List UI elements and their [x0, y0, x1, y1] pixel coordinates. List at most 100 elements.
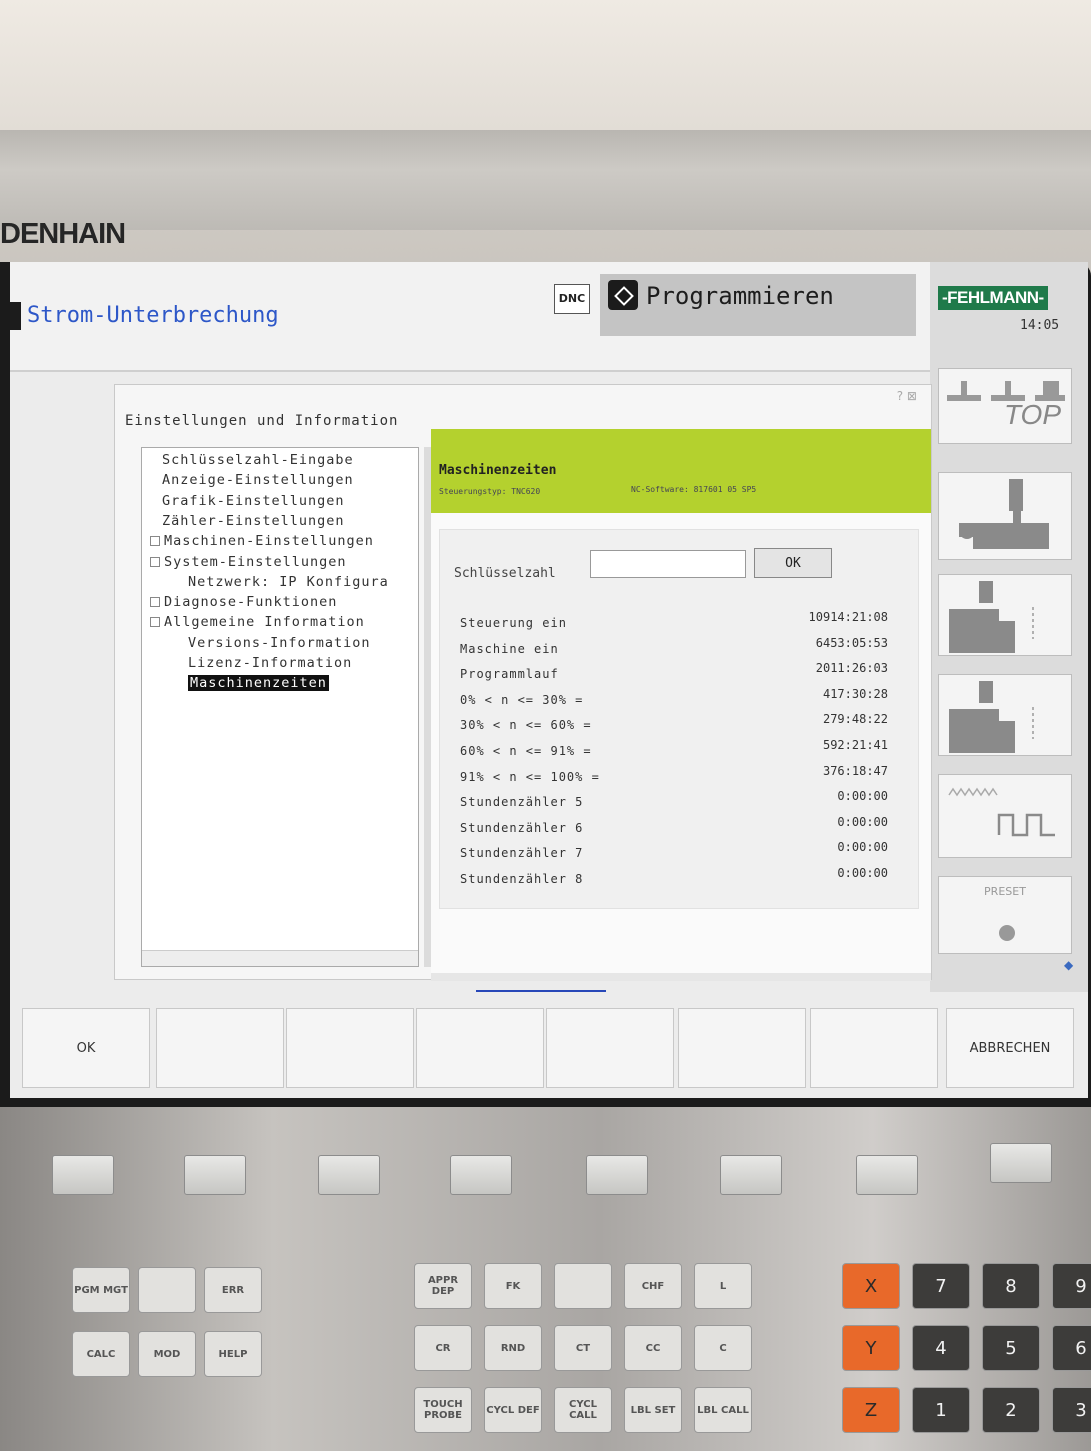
machine-time-value: 0:00:00: [837, 840, 888, 855]
tool-radius-icon: [949, 681, 1034, 753]
mode-indicator-right[interactable]: Programmieren: [600, 274, 916, 336]
hardware-softkey-button[interactable]: [990, 1143, 1052, 1183]
machine-time-value: 0:00:00: [837, 789, 888, 804]
machine-time-label: Programmlauf: [460, 667, 559, 682]
tree-expand-icon[interactable]: [150, 597, 160, 608]
key-number-input[interactable]: [590, 550, 746, 578]
path-function-key[interactable]: CYCL CALL: [554, 1387, 612, 1433]
nc-software-text: NC-Software: 817601 05 SP5: [631, 485, 757, 494]
digit-key[interactable]: 7: [912, 1263, 970, 1309]
tree-item[interactable]: Allgemeine Information: [150, 614, 365, 630]
path-function-key[interactable]: LBL CALL: [694, 1387, 752, 1433]
tree-expand-icon[interactable]: [150, 617, 160, 628]
path-function-key[interactable]: CT: [554, 1325, 612, 1371]
digit-key[interactable]: 2: [982, 1387, 1040, 1433]
tree-item[interactable]: Zähler-Einstellungen: [162, 513, 345, 529]
tree-item-label: Allgemeine Information: [164, 614, 365, 631]
function-key[interactable]: [138, 1267, 196, 1313]
digit-key[interactable]: 4: [912, 1325, 970, 1371]
softkey-4[interactable]: [416, 1008, 544, 1088]
tree-item-label: Maschinenzeiten: [190, 675, 327, 692]
detail-panel-header: Maschinenzeiten Steuerungstyp: TNC620 NC…: [431, 429, 931, 513]
hardware-softkey-button[interactable]: [856, 1155, 918, 1195]
path-function-key[interactable]: CC: [624, 1325, 682, 1371]
tree-item[interactable]: Diagnose-Funktionen: [150, 594, 337, 610]
digit-key[interactable]: 6: [1052, 1325, 1091, 1371]
softkey-8[interactable]: ABBRECHEN: [946, 1008, 1074, 1088]
top-view-button[interactable]: TOP: [938, 368, 1072, 444]
path-function-key[interactable]: CR: [414, 1325, 472, 1371]
softkey-5[interactable]: [546, 1008, 674, 1088]
hardware-softkey-button[interactable]: [720, 1155, 782, 1195]
hardware-softkey-button[interactable]: [318, 1155, 380, 1195]
machine-bezel: [0, 130, 1091, 230]
axis-key[interactable]: X: [842, 1263, 900, 1309]
function-key[interactable]: ERR: [204, 1267, 262, 1313]
tree-item-label: Anzeige-Einstellungen: [162, 472, 354, 489]
tree-item[interactable]: Anzeige-Einstellungen: [162, 472, 354, 488]
path-function-key[interactable]: RND: [484, 1325, 542, 1371]
tree-item[interactable]: System-Einstellungen: [150, 554, 347, 570]
tree-item[interactable]: Lizenz-Information: [188, 655, 352, 671]
path-function-key[interactable]: TOUCH PROBE: [414, 1387, 472, 1433]
brand-label: DENHAIN: [0, 218, 126, 250]
tree-item[interactable]: Netzwerk: IP Konfigura: [188, 574, 389, 590]
axis-key[interactable]: Z: [842, 1387, 900, 1433]
function-key[interactable]: HELP: [204, 1331, 262, 1377]
tree-expand-icon[interactable]: [150, 536, 160, 547]
tree-horizontal-scrollbar[interactable]: [142, 950, 418, 966]
detail-panel: Maschinenzeiten Steuerungstyp: TNC620 NC…: [431, 429, 931, 973]
tool-length-view-button[interactable]: [938, 574, 1072, 656]
tree-item-label: Diagnose-Funktionen: [164, 594, 338, 611]
vertical-softkey-bar: -FEHLMANN- 14:05 TOP PRESET ◆: [930, 262, 1088, 1098]
softkey-6[interactable]: [678, 1008, 806, 1088]
tree-item[interactable]: Versions-Information: [188, 635, 371, 651]
tree-item[interactable]: Grafik-Einstellungen: [162, 493, 345, 509]
axis-key[interactable]: Y: [842, 1325, 900, 1371]
function-key[interactable]: PGM MGT: [72, 1267, 130, 1313]
softkey-7[interactable]: [810, 1008, 938, 1088]
softkey-2[interactable]: [156, 1008, 284, 1088]
workpiece-view-button[interactable]: [938, 472, 1072, 560]
path-function-key[interactable]: FK: [484, 1263, 542, 1309]
detail-panel-title: Maschinenzeiten: [439, 463, 557, 478]
hardware-softkey-button[interactable]: [450, 1155, 512, 1195]
path-function-key[interactable]: C: [694, 1325, 752, 1371]
path-function-key[interactable]: L: [694, 1263, 752, 1309]
path-function-key[interactable]: CYCL DEF: [484, 1387, 542, 1433]
dialog-horizontal-scrollbar[interactable]: [431, 973, 931, 981]
path-function-key[interactable]: LBL SET: [624, 1387, 682, 1433]
digit-key[interactable]: 8: [982, 1263, 1040, 1309]
mode-right-label: Programmieren: [646, 282, 834, 310]
tree-item[interactable]: Maschinenzeiten: [188, 675, 329, 692]
machine-time-label: Stundenzähler 8: [460, 872, 584, 886]
hardware-softkey-button[interactable]: [586, 1155, 648, 1195]
tree-item-label: Maschinen-Einstellungen: [164, 533, 374, 550]
softkey-1[interactable]: OK: [22, 1008, 150, 1088]
function-key[interactable]: CALC: [72, 1331, 130, 1377]
dialog-window-controls-icon[interactable]: ? ⊠: [897, 389, 917, 403]
digit-key[interactable]: 9: [1052, 1263, 1091, 1309]
path-function-key[interactable]: CHF: [624, 1263, 682, 1309]
mode-left-label: Strom-Unterbrechung: [27, 303, 279, 328]
settings-dialog: Einstellungen und Information ? ⊠ Schlüs…: [114, 384, 932, 981]
path-function-key[interactable]: APPR DEP: [414, 1263, 472, 1309]
digit-key[interactable]: 1: [912, 1387, 970, 1433]
machine-time-label: Steuerung ein: [460, 616, 567, 630]
signal-view-button[interactable]: [938, 774, 1072, 858]
digit-key[interactable]: 5: [982, 1325, 1040, 1371]
tree-expand-icon[interactable]: [150, 556, 160, 567]
tree-item[interactable]: Maschinen-Einstellungen: [150, 533, 374, 549]
hardware-softkey-button[interactable]: [52, 1155, 114, 1195]
mode-indicator-left: Strom-Unterbrechung: [10, 302, 279, 330]
tool-radius-view-button[interactable]: [938, 674, 1072, 756]
softkey-3[interactable]: [286, 1008, 414, 1088]
digit-key[interactable]: 3: [1052, 1387, 1091, 1433]
tree-item[interactable]: Schlüsselzahl-Eingabe: [162, 452, 354, 468]
key-ok-button[interactable]: OK: [754, 548, 832, 578]
preset-button[interactable]: PRESET: [938, 876, 1072, 954]
function-key[interactable]: MOD: [138, 1331, 196, 1377]
scroll-arrow-icon[interactable]: ◆: [1064, 958, 1073, 972]
hardware-softkey-button[interactable]: [184, 1155, 246, 1195]
path-function-key[interactable]: [554, 1263, 612, 1309]
